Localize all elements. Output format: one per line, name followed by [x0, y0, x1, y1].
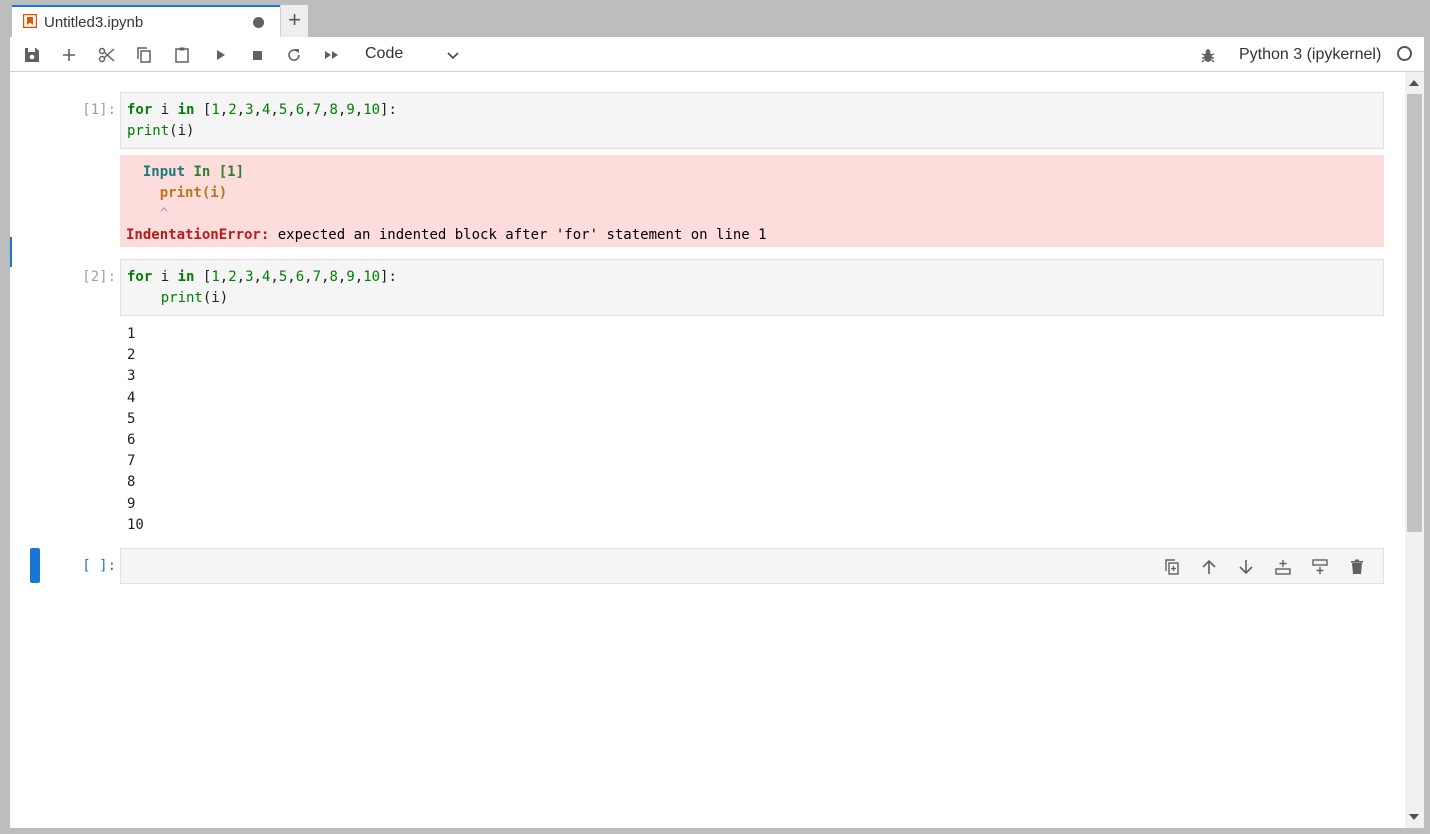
output-line: 10	[127, 516, 144, 533]
code-editor[interactable]: for i in [1,2,3,4,5,6,7,8,9,10]: print(i…	[120, 259, 1384, 316]
scroll-up-arrow-icon[interactable]	[1409, 80, 1419, 86]
output-line: 6	[127, 432, 136, 449]
insert-above-button[interactable]	[1270, 557, 1295, 577]
code-line: print(i)	[160, 290, 229, 306]
move-down-button[interactable]	[1233, 557, 1258, 577]
notebook-toolbar: Code Python 3 (ipykernel)	[10, 37, 1424, 72]
notebook-window: Untitled3.ipynb + Code Python 3 (ipykern…	[10, 0, 1424, 828]
fast-forward-icon	[325, 51, 338, 59]
error-code-line: print(i)	[159, 185, 228, 201]
move-up-button[interactable]	[1196, 557, 1221, 577]
chevron-down-icon	[447, 52, 459, 60]
error-caret: ^	[126, 206, 169, 222]
notebook-tab[interactable]: Untitled3.ipynb	[12, 5, 287, 37]
save-button[interactable]	[22, 45, 42, 65]
selection-marker	[10, 237, 12, 267]
insert-above-icon	[1274, 560, 1291, 575]
code-line: for i in [1,2,3,4,5,6,7,8,9,10]:	[127, 269, 397, 285]
error-output: Input In [1] print(i) ^ IndentationError…	[120, 155, 1384, 247]
plus-icon	[63, 49, 75, 61]
code-editor[interactable]: for i in [1,2,3,4,5,6,7,8,9,10]: print(i…	[120, 92, 1384, 149]
copy-button[interactable]	[134, 45, 154, 65]
delete-cell-button[interactable]	[1344, 557, 1369, 577]
output-line: 5	[127, 410, 136, 427]
output-line: 7	[127, 453, 136, 470]
restart-icon	[288, 49, 300, 61]
cell-type-dropdown[interactable]: Code	[365, 45, 465, 65]
output-line: 9	[127, 495, 136, 512]
active-cell-indicator	[30, 548, 40, 583]
insert-below-icon	[1311, 559, 1328, 574]
scrollbar-thumb[interactable]	[1407, 94, 1422, 532]
arrow-down-icon	[1238, 560, 1253, 575]
cut-button[interactable]	[97, 45, 117, 65]
tab-bar: Untitled3.ipynb +	[10, 0, 1424, 37]
insert-below-button[interactable]	[1307, 557, 1332, 577]
debugger-bug-icon[interactable]	[1199, 47, 1217, 65]
code-line: print(i)	[127, 123, 195, 139]
duplicate-icon	[1164, 559, 1179, 575]
play-icon	[217, 50, 225, 60]
duplicate-cell-button[interactable]	[1159, 557, 1184, 577]
cell-prompt: [1]:	[82, 102, 116, 118]
cell-type-value: Code	[365, 45, 404, 62]
stream-output: 1 2 3 4 5 6 7 8 9 10	[120, 324, 144, 536]
notebook-panel: [1]: for i in [1,2,3,4,5,6,7,8,9,10]: pr…	[10, 72, 1405, 828]
restart-button[interactable]	[284, 45, 304, 65]
error-message: IndentationError: expected an indented b…	[126, 227, 767, 243]
output-line: 8	[127, 474, 136, 491]
code-editor-active[interactable]	[120, 548, 1384, 584]
run-button[interactable]	[210, 45, 230, 65]
arrow-up-icon	[1201, 559, 1216, 574]
scroll-down-arrow-icon[interactable]	[1409, 814, 1419, 820]
cell-prompt: [2]:	[82, 269, 116, 285]
paste-button[interactable]	[172, 45, 192, 65]
kernel-status-icon	[1397, 46, 1412, 61]
scissors-icon	[98, 47, 115, 63]
run-all-button[interactable]	[322, 45, 342, 65]
vertical-scrollbar[interactable]	[1405, 72, 1424, 828]
stop-icon	[253, 51, 262, 60]
kernel-name[interactable]: Python 3 (ipykernel)	[1239, 46, 1381, 64]
stop-button[interactable]	[247, 45, 267, 65]
notebook-icon	[23, 14, 37, 28]
clipboard-icon	[175, 47, 189, 63]
save-icon	[25, 48, 39, 62]
output-line: 1	[127, 326, 136, 342]
cell-toolbar	[1159, 557, 1369, 577]
output-line: 3	[127, 368, 136, 385]
output-line: 4	[127, 389, 136, 406]
new-tab-button[interactable]: +	[280, 5, 308, 37]
code-line: for i in [1,2,3,4,5,6,7,8,9,10]:	[127, 102, 397, 118]
cell-prompt: [ ]:	[82, 558, 116, 574]
output-line: 2	[127, 347, 136, 364]
copy-icon	[137, 47, 151, 63]
trash-icon	[1350, 559, 1363, 574]
insert-cell-button[interactable]	[59, 45, 79, 65]
tab-title: Untitled3.ipynb	[44, 14, 144, 31]
error-header: Input In [1]	[142, 164, 245, 180]
unsaved-indicator-icon[interactable]	[253, 17, 264, 28]
